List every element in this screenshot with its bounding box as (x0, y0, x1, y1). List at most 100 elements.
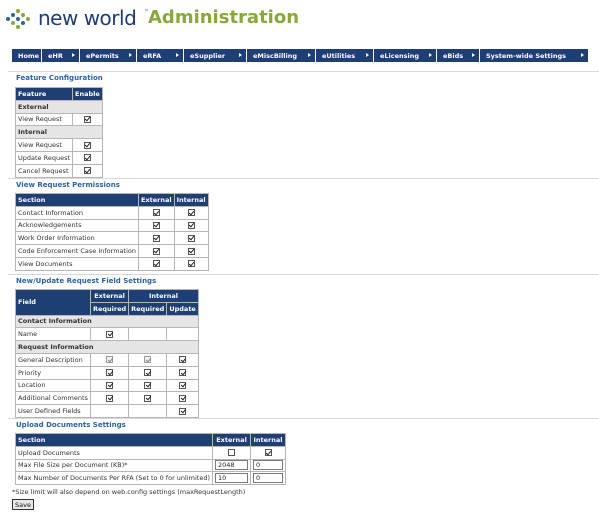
internal-checkbox[interactable] (187, 221, 195, 229)
row-label: View Request (14, 112, 74, 127)
external-required-checkbox[interactable] (106, 330, 114, 338)
arrow-right-icon (72, 53, 75, 57)
external-required-checkbox[interactable] (106, 369, 114, 377)
upload-settings-section: Upload Documents Settings (8, 418, 599, 429)
table-row: Location (15, 378, 199, 393)
nav-item-eutilities[interactable]: eUtilities (316, 49, 374, 62)
arrow-right-icon (308, 53, 311, 57)
nav-item-system-wide-settings[interactable]: System-wide Settings (480, 49, 588, 62)
table-row: Acknowledgements (15, 218, 209, 233)
section-title: Feature Configuration (16, 74, 103, 82)
enable-checkbox[interactable] (83, 167, 91, 175)
external-checkbox[interactable] (152, 234, 160, 242)
internal-checkbox[interactable] (187, 247, 195, 255)
nav-item-elicensing[interactable]: eLicensing (374, 49, 437, 62)
column-header: External (212, 433, 252, 447)
internal-update-checkbox[interactable] (179, 394, 187, 402)
nav-label: ePermits (86, 51, 119, 60)
nav-item-ebids[interactable]: eBids (437, 49, 480, 62)
save-button[interactable]: Save (12, 499, 34, 510)
nav-label: System-wide Settings (486, 51, 567, 60)
nav-label: Home (18, 51, 40, 60)
row-label: Code Enforcement Case Information (15, 244, 139, 258)
nav-item-epermits[interactable]: ePermits (80, 49, 137, 62)
max-size-internal-input[interactable]: 0 (253, 460, 284, 471)
row-label: Cancel Request (14, 163, 74, 178)
column-header: External (89, 289, 130, 303)
internal-checkbox[interactable] (187, 209, 195, 217)
column-header: Section (14, 433, 214, 447)
column-header: Required (89, 301, 130, 316)
size-limit-footnote: *Size limit will also depend on web.conf… (12, 488, 246, 496)
row-label: Max Number of Documents Per RFA (Set to … (14, 471, 214, 486)
table-row: View Request (14, 112, 103, 127)
nav-item-erfa[interactable]: eRFA (137, 49, 184, 62)
row-label: Name (15, 327, 91, 342)
column-header: Required (128, 301, 168, 316)
external-required-checkbox (106, 356, 114, 364)
field-settings-section: New/Update Request Field Settings (8, 274, 599, 285)
table-row: View Request (14, 138, 103, 152)
column-header: Enable (72, 87, 103, 101)
column-header: Internal (250, 433, 287, 447)
feature-config-table: Feature Enable External View Request Int… (14, 87, 103, 178)
nav-label: eMiscBilling (253, 51, 297, 60)
feature-configuration-section: Feature Configuration (8, 71, 599, 82)
enable-checkbox[interactable] (83, 154, 91, 162)
enable-checkbox[interactable] (83, 115, 91, 123)
section-title: View Request Permissions (16, 181, 120, 189)
nav-item-ehr[interactable]: eHR (42, 49, 80, 62)
logo-icon (6, 8, 32, 32)
table-row: Priority (15, 365, 199, 380)
table-row: General Description (15, 352, 199, 367)
row-label: User Defined Fields (15, 404, 91, 418)
internal-required-checkbox (144, 356, 152, 364)
divider (8, 418, 599, 419)
external-required-checkbox[interactable] (106, 394, 114, 402)
column-header: Update (166, 301, 199, 316)
row-label: View Request (14, 138, 74, 152)
max-docs-internal-input[interactable]: 0 (253, 473, 284, 484)
row-label: General Description (15, 352, 91, 367)
nav-label: eUtilities (322, 51, 356, 60)
external-checkbox[interactable] (152, 260, 160, 268)
row-label: Priority (15, 365, 91, 380)
upload-external-checkbox[interactable] (228, 449, 236, 457)
external-required-checkbox[interactable] (106, 381, 114, 389)
external-checkbox[interactable] (152, 221, 160, 229)
internal-checkbox[interactable] (187, 260, 195, 268)
divider (8, 274, 599, 275)
nav-item-home[interactable]: Home (12, 49, 42, 62)
main-nav: Home eHR ePermits eRFA eSupplier eMiscBi… (12, 49, 588, 62)
table-row: User Defined Fields (15, 404, 199, 418)
internal-required-checkbox[interactable] (144, 394, 152, 402)
nav-item-emiscbilling[interactable]: eMiscBilling (247, 49, 316, 62)
internal-update-checkbox[interactable] (179, 381, 187, 389)
table-row: Code Enforcement Case Information (15, 244, 209, 258)
max-docs-external-input[interactable]: 10 (215, 473, 249, 484)
view-permissions-section: View Request Permissions (8, 178, 599, 189)
upload-internal-checkbox[interactable] (264, 449, 272, 457)
nav-item-esupplier[interactable]: eSupplier (184, 49, 247, 62)
internal-update-checkbox[interactable] (179, 369, 187, 377)
arrow-right-icon (366, 53, 369, 57)
view-permissions-table: Section External Internal Contact Inform… (15, 193, 209, 271)
max-size-external-input[interactable]: 2048 (215, 460, 249, 471)
nav-label: eRFA (143, 51, 162, 60)
internal-required-checkbox[interactable] (144, 381, 152, 389)
internal-checkbox[interactable] (187, 234, 195, 242)
arrow-right-icon (176, 53, 179, 57)
internal-required-checkbox[interactable] (144, 369, 152, 377)
external-checkbox[interactable] (152, 209, 160, 217)
external-checkbox[interactable] (152, 247, 160, 255)
table-row: Work Order Information (15, 231, 209, 246)
internal-update-checkbox[interactable] (179, 407, 187, 415)
arrow-right-icon (129, 53, 132, 57)
nav-label: eLicensing (380, 51, 420, 60)
arrow-right-icon (472, 53, 475, 57)
section-title: New/Update Request Field Settings (16, 277, 157, 285)
enable-checkbox[interactable] (83, 141, 91, 149)
column-header: Internal (128, 289, 199, 303)
app-title: Administration (148, 7, 300, 28)
internal-update-checkbox[interactable] (179, 356, 187, 364)
